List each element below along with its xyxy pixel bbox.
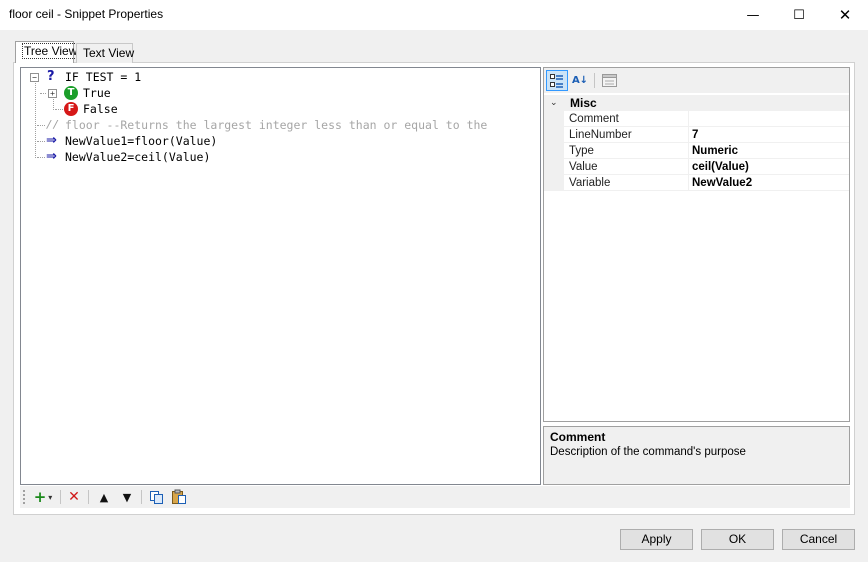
categorized-button[interactable]: [546, 70, 568, 91]
tree-node-assign[interactable]: ⇒ NewValue1=floor(Value): [21, 133, 521, 149]
title-bar: floor ceil - Snippet Properties — ☐ ✕: [0, 0, 868, 30]
tree-node-false[interactable]: F False: [21, 101, 521, 117]
row-gutter: [544, 159, 564, 175]
property-value[interactable]: 7: [689, 127, 849, 143]
true-icon: T: [64, 86, 78, 100]
delete-button[interactable]: ✕: [64, 488, 84, 506]
property-value[interactable]: [689, 111, 849, 127]
arrow-up-icon: ▲: [99, 490, 109, 504]
arrow-down-icon: ▼: [122, 490, 132, 504]
row-gutter: [544, 127, 564, 143]
property-name: LineNumber: [564, 127, 689, 143]
apply-button[interactable]: Apply: [620, 529, 693, 550]
property-value[interactable]: NewValue2: [689, 175, 849, 191]
toolbar-separator: [141, 490, 142, 504]
property-row-variable[interactable]: Variable NewValue2: [544, 175, 849, 191]
tree-node-assign[interactable]: ⇒ NewValue2=ceil(Value): [21, 149, 521, 165]
close-button[interactable]: ✕: [822, 0, 868, 30]
tree-node-label: NewValue1=floor(Value): [65, 134, 218, 148]
collapse-toggle[interactable]: −: [30, 73, 39, 82]
category-label: Misc: [570, 96, 597, 110]
snippet-tree[interactable]: − ? IF TEST = 1 + T True F False // floo…: [20, 67, 541, 485]
tree-node-label: True: [83, 86, 111, 100]
tab-text-view[interactable]: Text View: [76, 43, 135, 63]
property-pages-button[interactable]: [598, 70, 620, 91]
tab-text-view-label: Text View: [83, 46, 135, 60]
add-button[interactable]: + ▾: [30, 488, 56, 506]
minimize-button[interactable]: —: [730, 0, 776, 30]
property-grid-toolbar: A↓: [544, 68, 849, 93]
assign-arrow-icon: ⇒: [46, 133, 57, 148]
property-value[interactable]: ceil(Value): [689, 159, 849, 175]
delete-icon: ✕: [68, 489, 80, 505]
property-row-value[interactable]: Value ceil(Value): [544, 159, 849, 175]
property-name: Comment: [564, 111, 689, 127]
toolbar-separator: [88, 490, 89, 504]
copy-icon: [149, 490, 163, 504]
toolbar-separator: [60, 490, 61, 504]
property-help-pane: Comment Description of the command's pur…: [543, 426, 850, 485]
copy-button[interactable]: [146, 488, 166, 506]
false-icon: F: [64, 102, 78, 116]
tree-node-label: IF TEST = 1: [65, 70, 142, 84]
tab-tree-view[interactable]: Tree View: [15, 41, 80, 63]
tree-toolbar: + ▾ ✕ ▲ ▼: [20, 486, 850, 508]
toolbar-grip[interactable]: [23, 490, 25, 504]
paste-button[interactable]: [169, 488, 189, 506]
property-name: Type: [564, 143, 689, 159]
row-gutter: [544, 143, 564, 159]
maximize-button[interactable]: ☐: [776, 0, 822, 30]
dropdown-arrow-icon: ▾: [48, 492, 53, 502]
tree-node-if[interactable]: − ? IF TEST = 1: [21, 69, 521, 85]
property-name: Variable: [564, 175, 689, 191]
property-value[interactable]: Numeric: [689, 143, 849, 159]
tree-node-label: floor --Returns the largest integer less…: [65, 118, 488, 132]
category-misc[interactable]: ⌄ Misc: [544, 95, 849, 111]
row-gutter: [544, 175, 564, 191]
tree-node-label: False: [83, 102, 118, 116]
chevron-down-icon[interactable]: ⌄: [550, 95, 558, 111]
add-icon: +: [33, 488, 47, 506]
move-up-button[interactable]: ▲: [94, 488, 114, 506]
question-icon: ?: [47, 69, 55, 84]
row-gutter: [544, 111, 564, 127]
move-down-button[interactable]: ▼: [117, 488, 137, 506]
property-grid: A↓ ⌄ Misc Comment LineNumber 7 Type Nume…: [543, 67, 850, 422]
property-row-type[interactable]: Type Numeric: [544, 143, 849, 159]
tree-node-label: NewValue2=ceil(Value): [65, 150, 211, 164]
ok-button[interactable]: OK: [701, 529, 774, 550]
toolbar-separator: [594, 73, 595, 88]
paste-icon: [172, 489, 186, 504]
property-row-comment[interactable]: Comment: [544, 111, 849, 127]
tree-node-true[interactable]: + T True: [21, 85, 521, 101]
tree-node-comment[interactable]: // floor --Returns the largest integer l…: [21, 117, 539, 133]
expand-toggle[interactable]: +: [48, 89, 57, 98]
sort-alpha-icon: A↓: [571, 75, 589, 86]
window-title: floor ceil - Snippet Properties: [9, 7, 164, 21]
property-row-linenumber[interactable]: LineNumber 7: [544, 127, 849, 143]
categorized-icon: [550, 73, 563, 88]
property-pages-icon: [601, 74, 617, 87]
cancel-button[interactable]: Cancel: [782, 529, 855, 550]
alphabetical-button[interactable]: A↓: [569, 70, 591, 91]
comment-icon: //: [46, 118, 60, 131]
property-name: Value: [564, 159, 689, 175]
tab-tree-view-label: Tree View: [22, 43, 80, 59]
help-title: Comment: [550, 430, 606, 444]
assign-arrow-icon: ⇒: [46, 149, 57, 164]
help-description: Description of the command's purpose: [550, 446, 746, 458]
